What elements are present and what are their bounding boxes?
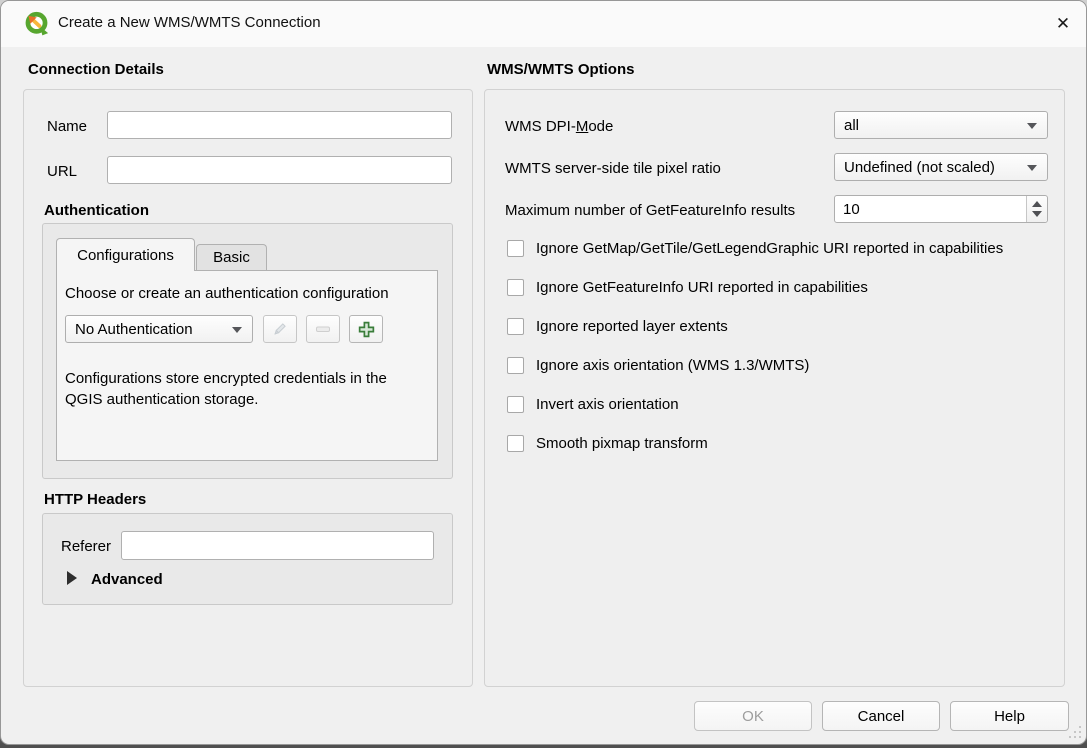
tile-pixel-ratio-dropdown-value: Undefined (not scaled) xyxy=(844,159,995,176)
auth-config-dropdown-value: No Authentication xyxy=(75,321,193,338)
ignore-layer-extents-label[interactable]: Ignore reported layer extents xyxy=(536,318,728,335)
dpi-mode-label-suffix: ode xyxy=(588,118,613,135)
smooth-pixmap-transform-label[interactable]: Smooth pixmap transform xyxy=(536,435,708,452)
ok-button-label: OK xyxy=(742,708,764,725)
name-field[interactable] xyxy=(107,111,452,139)
remove-auth-config-button[interactable] xyxy=(306,315,340,343)
chevron-down-icon xyxy=(1027,165,1037,171)
ignore-axis-orientation-label[interactable]: Ignore axis orientation (WMS 1.3/WMTS) xyxy=(536,357,809,374)
cancel-button-label: Cancel xyxy=(858,708,905,725)
http-headers-heading: HTTP Headers xyxy=(44,491,146,508)
dpi-mode-dropdown-value: all xyxy=(844,117,859,134)
chevron-down-icon xyxy=(1027,123,1037,129)
referer-label: Referer xyxy=(61,538,111,555)
advanced-expander-icon[interactable] xyxy=(67,571,77,585)
referer-field[interactable] xyxy=(121,531,434,560)
ignore-layer-extents-checkbox[interactable] xyxy=(507,318,524,335)
help-button[interactable]: Help xyxy=(950,701,1069,731)
ignore-getfeatureinfo-uri-label[interactable]: Ignore GetFeatureInfo URI reported in ca… xyxy=(536,279,868,296)
dpi-mode-label: WMS DPI-Mode xyxy=(505,118,613,135)
titlebar[interactable]: Create a New WMS/WMTS Connection ✕ xyxy=(1,1,1086,47)
wms-connection-dialog: Create a New WMS/WMTS Connection ✕ Conne… xyxy=(0,0,1087,745)
plus-icon xyxy=(357,320,376,339)
pencil-icon xyxy=(271,320,289,338)
spinner-buttons[interactable] xyxy=(1026,196,1047,222)
tile-pixel-ratio-label: WMTS server-side tile pixel ratio xyxy=(505,160,721,177)
wms-options-heading: WMS/WMTS Options xyxy=(487,61,634,78)
spin-down-icon[interactable] xyxy=(1032,211,1042,217)
max-results-spinner[interactable] xyxy=(834,195,1048,223)
auth-config-dropdown[interactable]: No Authentication xyxy=(65,315,253,343)
dpi-mode-dropdown[interactable]: all xyxy=(834,111,1048,139)
help-button-label: Help xyxy=(994,708,1025,725)
max-results-input[interactable] xyxy=(835,196,1025,222)
smooth-pixmap-transform-checkbox[interactable] xyxy=(507,435,524,452)
window-title: Create a New WMS/WMTS Connection xyxy=(58,14,321,31)
tile-pixel-ratio-dropdown[interactable]: Undefined (not scaled) xyxy=(834,153,1048,181)
minus-icon xyxy=(314,320,332,338)
qgis-logo-icon xyxy=(23,10,50,37)
edit-auth-config-button[interactable] xyxy=(263,315,297,343)
advanced-expander-label[interactable]: Advanced xyxy=(91,571,163,588)
tab-configurations[interactable]: Configurations xyxy=(56,238,195,271)
tab-configurations-label: Configurations xyxy=(77,247,174,264)
resize-grip[interactable] xyxy=(1069,726,1081,738)
add-auth-config-button[interactable] xyxy=(349,315,383,343)
choose-config-text: Choose or create an authentication confi… xyxy=(65,285,389,302)
ignore-getmap-uri-label[interactable]: Ignore GetMap/GetTile/GetLegendGraphic U… xyxy=(536,240,1003,257)
invert-axis-orientation-checkbox[interactable] xyxy=(507,396,524,413)
ignore-getfeatureinfo-uri-checkbox[interactable] xyxy=(507,279,524,296)
invert-axis-orientation-label[interactable]: Invert axis orientation xyxy=(536,396,679,413)
url-field[interactable] xyxy=(107,156,452,184)
spin-up-icon[interactable] xyxy=(1032,201,1042,207)
ignore-getmap-uri-checkbox[interactable] xyxy=(507,240,524,257)
close-icon[interactable]: ✕ xyxy=(1045,9,1081,39)
tab-basic[interactable]: Basic xyxy=(196,244,267,270)
url-label: URL xyxy=(47,163,77,180)
max-results-label: Maximum number of GetFeatureInfo results xyxy=(505,202,795,219)
ignore-axis-orientation-checkbox[interactable] xyxy=(507,357,524,374)
ok-button[interactable]: OK xyxy=(694,701,812,731)
dpi-mode-label-mnemonic: M xyxy=(576,118,589,135)
chevron-down-icon xyxy=(232,327,242,333)
dpi-mode-label-prefix: WMS DPI- xyxy=(505,118,576,135)
tab-basic-label: Basic xyxy=(213,249,250,266)
auth-storage-note: Configurations store encrypted credentia… xyxy=(65,368,427,410)
connection-details-heading: Connection Details xyxy=(28,61,164,78)
name-label: Name xyxy=(47,118,87,135)
cancel-button[interactable]: Cancel xyxy=(822,701,940,731)
authentication-heading: Authentication xyxy=(44,202,149,219)
